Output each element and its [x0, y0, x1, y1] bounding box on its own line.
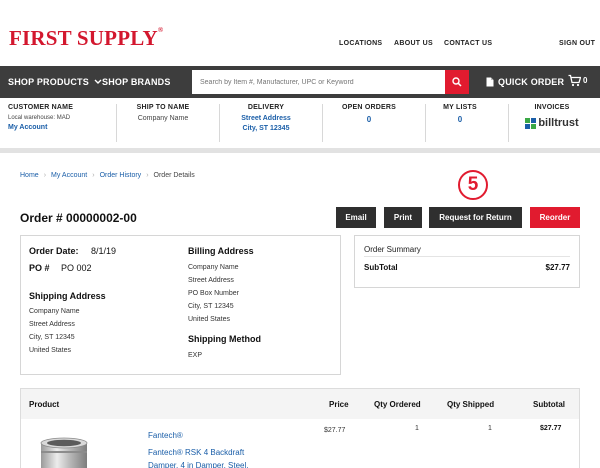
breadcrumb-separator-icon: › — [43, 172, 47, 179]
subtotal-label: SubTotal — [364, 263, 398, 272]
logo-registered-mark: ® — [157, 26, 164, 34]
step-marker-badge: 5 — [458, 170, 488, 200]
my-account-link[interactable]: My Account — [8, 124, 73, 131]
delivery-label: DELIVERY — [247, 104, 285, 111]
table-header-row: Product Price Qty Ordered Qty Shipped Su… — [21, 389, 579, 419]
email-button[interactable]: Email — [336, 207, 376, 228]
my-lists-section[interactable]: MY LISTS 0 — [414, 104, 506, 150]
shop-brands-menu[interactable]: SHOP BRANDS — [102, 77, 171, 87]
logo-text: FIRST SUPPLY — [9, 26, 158, 50]
column-header-price: Price — [329, 400, 349, 409]
cart-icon — [568, 74, 581, 87]
customer-name-section: CUSTOMER NAME Local warehouse: MAD My Ac… — [8, 104, 73, 150]
open-orders-count: 0 — [366, 115, 372, 124]
breadcrumb-current: Order Details — [153, 172, 195, 179]
shipping-address-line: City, ST 12345 — [29, 334, 75, 341]
billing-address-title: Billing Address — [188, 246, 254, 256]
search-input[interactable] — [192, 70, 445, 94]
delivery-city: City, ST 12345 — [242, 125, 290, 132]
billing-address-line: United States — [188, 316, 231, 323]
billing-address-line: PO Box Number — [188, 290, 239, 297]
ship-to-value: Company Name — [137, 115, 189, 122]
billtrust-logo[interactable]: billtrust — [506, 117, 598, 129]
divider-strip — [0, 148, 600, 153]
quick-order-link[interactable]: QUICK ORDER — [486, 77, 564, 87]
shipping-address-line: Street Address — [29, 321, 75, 328]
cart-count: 0 — [583, 76, 588, 85]
column-header-qty-shipped: Qty Shipped — [447, 400, 495, 409]
product-qty-shipped: 1 — [488, 425, 492, 432]
summary-divider — [364, 256, 570, 257]
product-name-link[interactable]: Fantech® RSK 4 Backdraft — [148, 446, 244, 459]
shipping-method-value: EXP — [188, 352, 203, 359]
locations-link[interactable]: LOCATIONS — [339, 40, 382, 47]
my-lists-count: 0 — [457, 115, 463, 124]
subtotal-value: $27.77 — [545, 263, 570, 272]
breadcrumb-order-history[interactable]: Order History — [100, 172, 142, 179]
order-summary-title: Order Summary — [364, 245, 421, 254]
search-bar — [192, 70, 469, 94]
contact-us-link[interactable]: CONTACT US — [444, 40, 492, 47]
billing-address-line: Street Address — [188, 277, 234, 284]
po-label: PO # — [29, 263, 50, 273]
first-supply-logo[interactable]: FIRST SUPPLY® — [9, 26, 163, 51]
billing-address-line: Company Name — [188, 264, 239, 271]
local-warehouse-text: Local warehouse: MAD — [8, 115, 71, 121]
column-header-subtotal: Subtotal — [533, 400, 565, 409]
shop-products-label: SHOP PRODUCTS — [8, 77, 89, 87]
request-return-button[interactable]: Request for Return — [429, 207, 522, 228]
shop-products-menu[interactable]: SHOP PRODUCTS — [8, 77, 102, 87]
breadcrumb: Home › My Account › Order History › Order Deta… — [20, 172, 195, 179]
shipping-method-title: Shipping Method — [188, 334, 261, 344]
sign-out-link[interactable]: SIGN OUT — [559, 40, 595, 47]
product-price: $27.77 — [324, 427, 346, 434]
reorder-button[interactable]: Reorder — [530, 207, 580, 228]
my-lists-label: MY LISTS — [443, 104, 477, 111]
shipping-address-line: United States — [29, 347, 72, 354]
invoices-label: INVOICES — [534, 104, 570, 111]
column-header-qty-ordered: Qty Ordered — [374, 400, 421, 409]
order-date-value: 8/1/19 — [91, 246, 117, 256]
breadcrumb-my-account[interactable]: My Account — [51, 172, 87, 179]
open-orders-label: OPEN ORDERS — [342, 104, 396, 111]
account-bar: CUSTOMER NAME Local warehouse: MAD My Ac… — [0, 98, 600, 148]
invoices-section[interactable]: INVOICES billtrust — [506, 104, 598, 150]
breadcrumb-home[interactable]: Home — [20, 172, 39, 179]
print-button[interactable]: Print — [384, 207, 422, 228]
products-table: Product Price Qty Ordered Qty Shipped Su… — [20, 388, 580, 468]
search-icon — [452, 77, 462, 87]
order-date-label: Order Date: — [29, 246, 79, 256]
delivery-street: Street Address — [241, 115, 291, 122]
billing-address-line: City, ST 12345 — [188, 303, 234, 310]
delivery-section[interactable]: DELIVERY Street Address City, ST 12345 — [220, 104, 312, 150]
customer-name-label: CUSTOMER NAME — [8, 104, 74, 111]
product-brand-link[interactable]: Fantech® — [148, 429, 183, 442]
billtrust-mark-icon — [525, 117, 537, 129]
order-details-box: Order Date: 8/1/19 PO # PO 002 Shipping … — [20, 235, 341, 375]
column-header-product: Product — [29, 400, 60, 409]
search-button[interactable] — [445, 70, 469, 94]
shipping-address-line: Company Name — [29, 308, 80, 315]
breadcrumb-separator-icon: › — [92, 172, 95, 179]
product-image[interactable] — [33, 437, 95, 468]
quick-order-label: QUICK ORDER — [498, 77, 565, 87]
about-us-link[interactable]: ABOUT US — [394, 40, 433, 47]
step-number: 5 — [467, 174, 479, 195]
shipping-address-title: Shipping Address — [29, 291, 106, 301]
product-name-link-line2[interactable]: Damper, 4 in Damper, Steel, — [148, 459, 249, 468]
order-summary-box: Order Summary SubTotal $27.77 — [354, 235, 580, 288]
ship-to-section[interactable]: SHIP TO NAME Company Name — [117, 104, 209, 150]
open-orders-section[interactable]: OPEN ORDERS 0 — [323, 104, 415, 150]
billtrust-text: billtrust — [538, 117, 579, 129]
cart-button[interactable]: 0 — [568, 74, 588, 87]
ship-to-label: SHIP TO NAME — [136, 104, 190, 111]
page-title: Order # 00000002-00 — [20, 211, 137, 225]
top-header: FIRST SUPPLY® LOCATIONS ABOUT US CONTACT… — [0, 0, 600, 66]
document-icon — [486, 77, 494, 87]
product-subtotal: $27.77 — [540, 425, 562, 432]
chevron-down-icon — [94, 79, 102, 84]
product-qty-ordered: 1 — [415, 425, 419, 432]
breadcrumb-separator-icon: › — [146, 172, 149, 179]
po-value: PO 002 — [61, 263, 92, 273]
